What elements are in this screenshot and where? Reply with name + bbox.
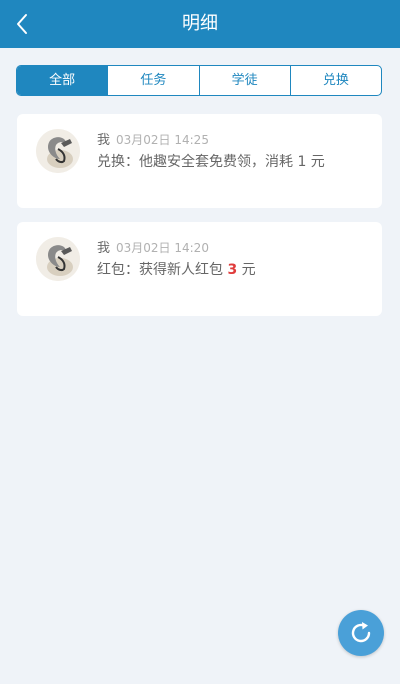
tab-apprentices[interactable]: 学徒 xyxy=(198,66,290,95)
filter-tabs: 全部 任务 学徒 兑换 xyxy=(16,65,382,96)
avatar xyxy=(36,129,80,173)
record-text: 兑换：他趣安全套免费领，消耗 1 元 xyxy=(97,154,325,170)
list-item[interactable]: 我 03月02日 14:25 兑换：他趣安全套免费领，消耗 1 元 xyxy=(17,114,382,208)
refresh-icon xyxy=(351,622,371,643)
user-name: 我 xyxy=(97,133,111,148)
tab-tasks[interactable]: 任务 xyxy=(107,66,198,95)
avatar xyxy=(36,237,80,281)
user-name: 我 xyxy=(97,241,111,256)
reward-amount: 3 xyxy=(227,262,238,278)
record-text-prefix: 红包：获得新人红包 xyxy=(97,262,228,278)
list-item[interactable]: 我 03月02日 14:20 红包：获得新人红包 3 元 xyxy=(17,222,382,316)
page-title: 明细 xyxy=(182,13,218,34)
record-text: 红包：获得新人红包 3 元 xyxy=(97,259,256,279)
timestamp: 03月02日 14:20 xyxy=(116,241,209,255)
refresh-button[interactable] xyxy=(338,610,384,656)
record-meta: 我 03月02日 14:20 xyxy=(97,237,209,256)
top-bar: 明细 xyxy=(0,0,400,48)
record-meta: 我 03月02日 14:25 xyxy=(97,129,209,148)
record-text-suffix: 元 xyxy=(237,262,256,278)
tab-all[interactable]: 全部 xyxy=(17,66,108,95)
timestamp: 03月02日 14:25 xyxy=(116,133,209,147)
tab-exchange[interactable]: 兑换 xyxy=(289,66,381,95)
